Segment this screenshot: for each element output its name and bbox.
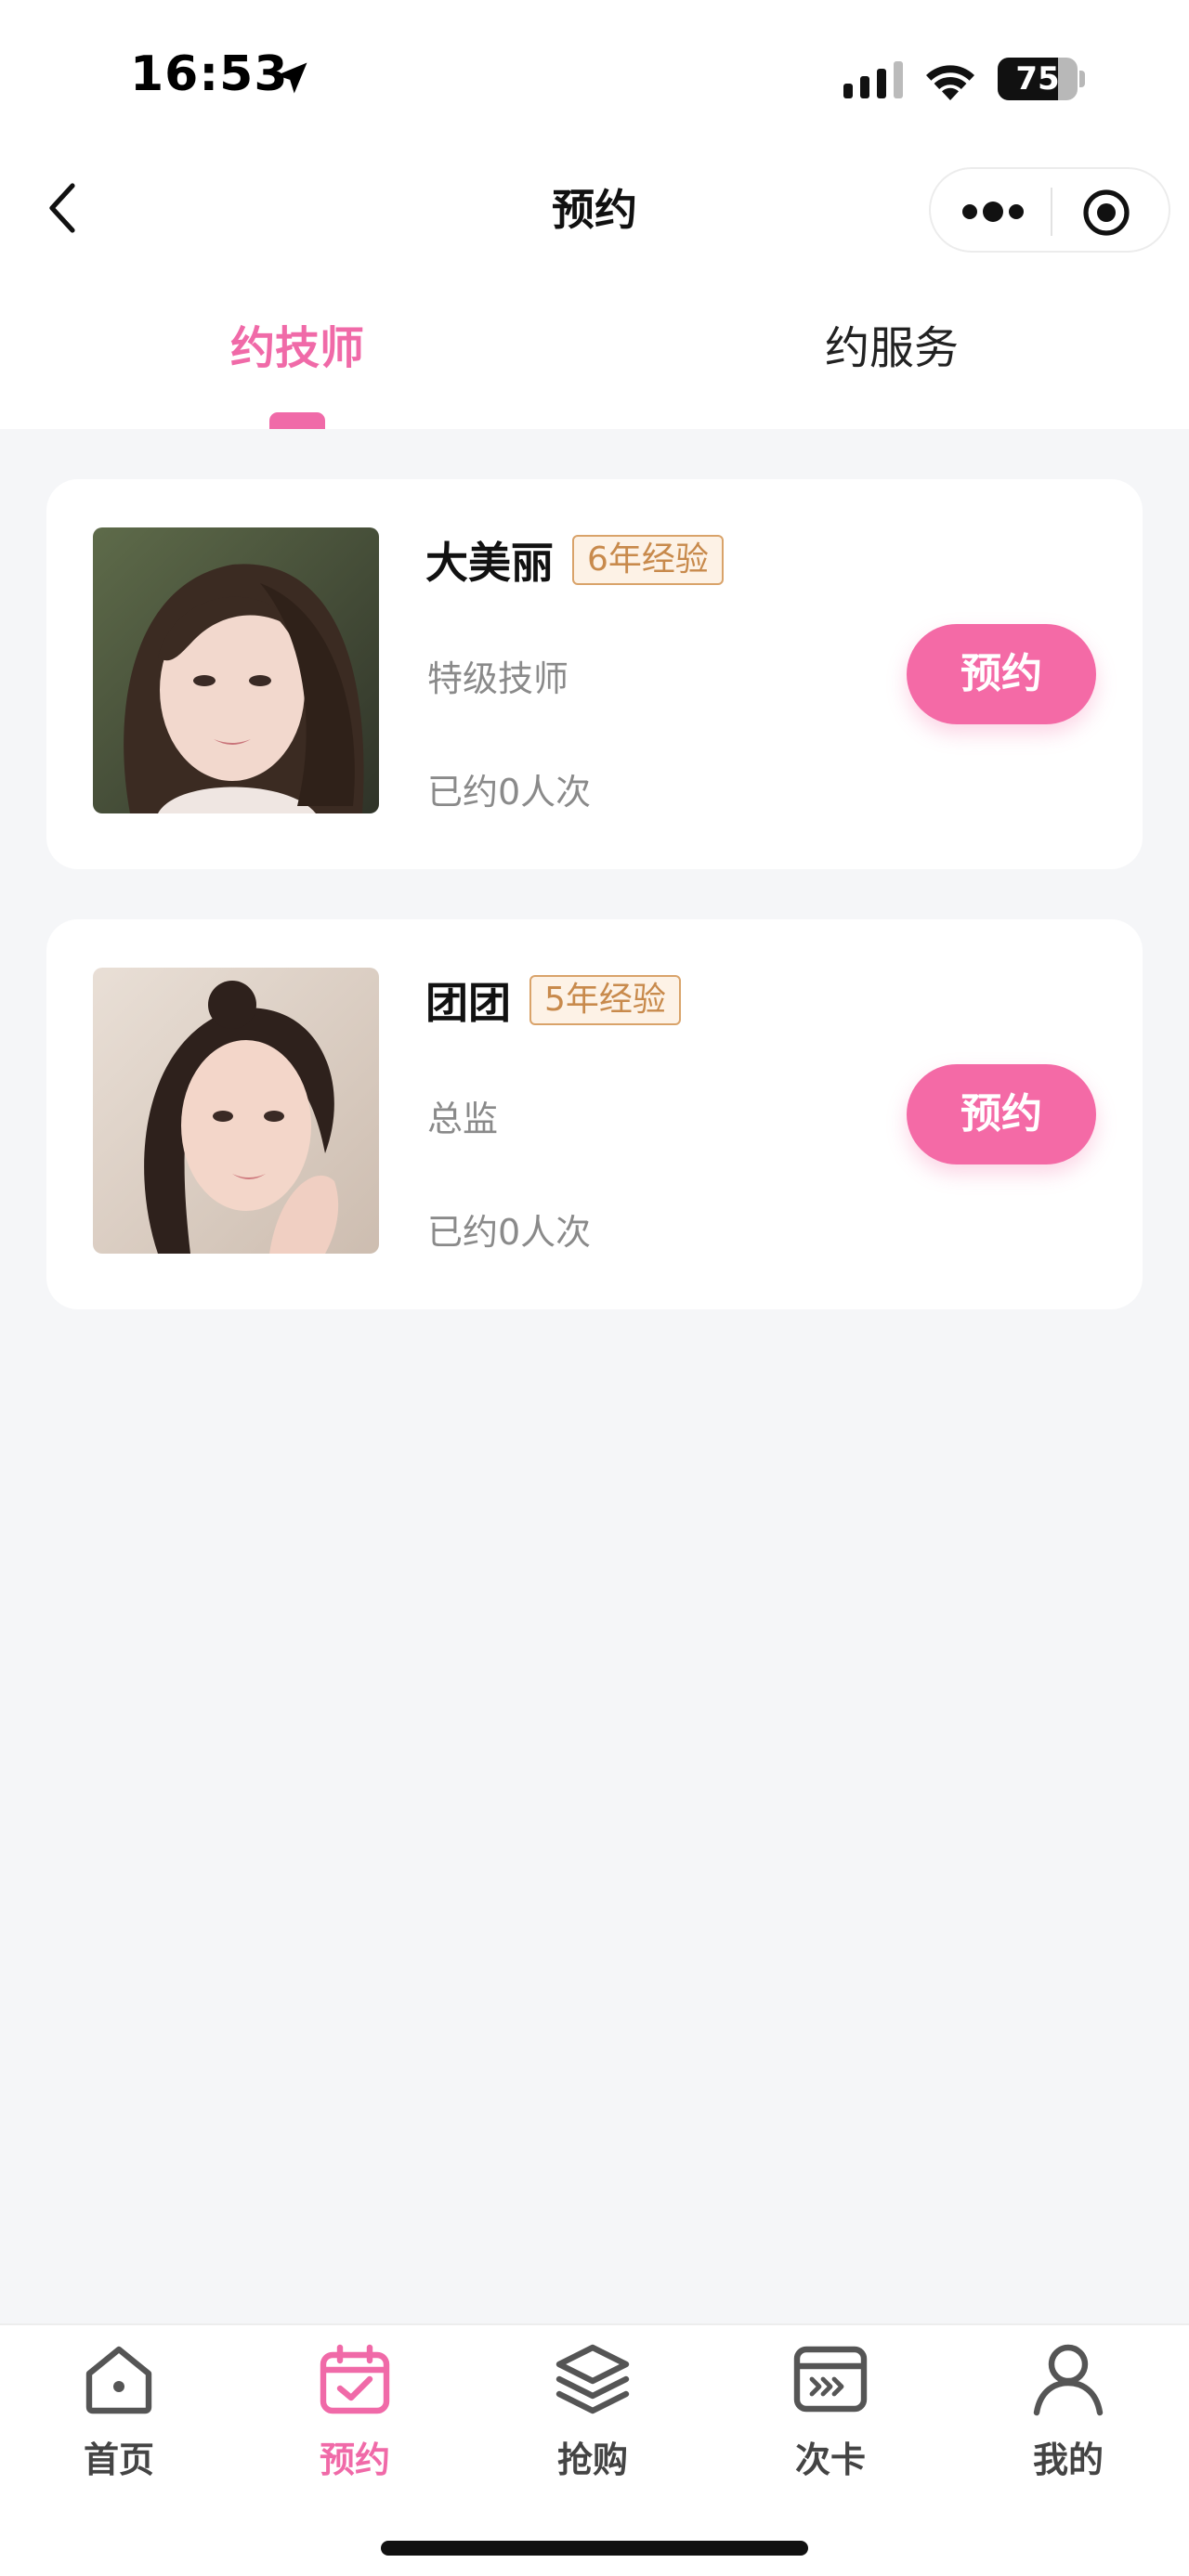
card-icon [793,2346,868,2413]
battery-indicator: 75 [998,58,1085,100]
battery-nub [1079,71,1085,87]
navigation-bar: 预约 [0,158,1189,262]
tab-bar: 约技师 约服务 [0,297,1189,429]
calendar-check-icon [320,2344,390,2414]
battery-body: 75 [998,58,1078,100]
bottom-nav-label: 次卡 [794,2439,866,2480]
bottom-nav-pass-card[interactable]: 次卡 [747,2340,914,2507]
technician-avatar [93,527,379,813]
experience-badge: 5年经验 [529,975,681,1025]
back-chevron-icon[interactable] [41,178,85,238]
technician-card[interactable]: 团团 5年经验 总监 已约0人次 预约 [46,919,1143,1309]
bottom-nav-label: 首页 [83,2439,154,2480]
technician-title: 特级技师 [427,658,569,699]
avatar-photo-1 [93,527,379,813]
technician-title: 总监 [427,1099,499,1139]
booking-count: 已约0人次 [427,772,592,813]
wifi-icon [926,65,974,100]
location-arrow-icon [276,62,307,94]
bottom-nav-flash-sale[interactable]: 抢购 [509,2340,676,2507]
technician-name: 团团 [425,978,511,1028]
more-dots-icon[interactable] [959,189,1027,234]
bottom-tab-bar: 首页 预约 抢购 次卡 我的 [0,2323,1189,2576]
booking-page: 16:53 75 预约 约技师 约服务 大美丽 6年经验 特级技师 已约0人次 … [0,0,1189,2576]
active-tab-indicator [269,412,325,429]
miniprogram-capsule [929,167,1170,253]
booking-count: 已约0人次 [427,1212,592,1253]
battery-percentage: 75 [1015,60,1060,98]
user-icon [1033,2344,1104,2416]
book-button[interactable]: 预约 [907,624,1096,724]
bottom-nav-booking[interactable]: 预约 [271,2340,438,2507]
home-indicator [381,2541,808,2556]
layers-icon [555,2344,630,2414]
home-icon [85,2346,152,2414]
capsule-divider [1051,188,1052,236]
tab-service[interactable]: 约服务 [706,297,1078,399]
technician-card[interactable]: 大美丽 6年经验 特级技师 已约0人次 预约 [46,479,1143,869]
bottom-nav-label: 我的 [1032,2439,1104,2480]
book-button[interactable]: 预约 [907,1064,1096,1164]
bottom-nav-profile[interactable]: 我的 [985,2340,1152,2507]
bottom-nav-label: 抢购 [556,2439,628,2480]
technician-name: 大美丽 [425,538,554,588]
technician-avatar [93,968,379,1254]
close-target-icon[interactable] [1081,188,1131,238]
tab-technician[interactable]: 约技师 [111,297,483,399]
avatar-photo-2 [93,968,379,1254]
bottom-nav-label: 预约 [319,2439,390,2480]
bottom-nav-home[interactable]: 首页 [35,2340,203,2507]
status-bar: 16:53 75 [0,0,1189,158]
experience-badge: 6年经验 [572,535,724,585]
status-time: 16:53 [130,46,289,102]
cellular-signal-icon [843,61,903,98]
